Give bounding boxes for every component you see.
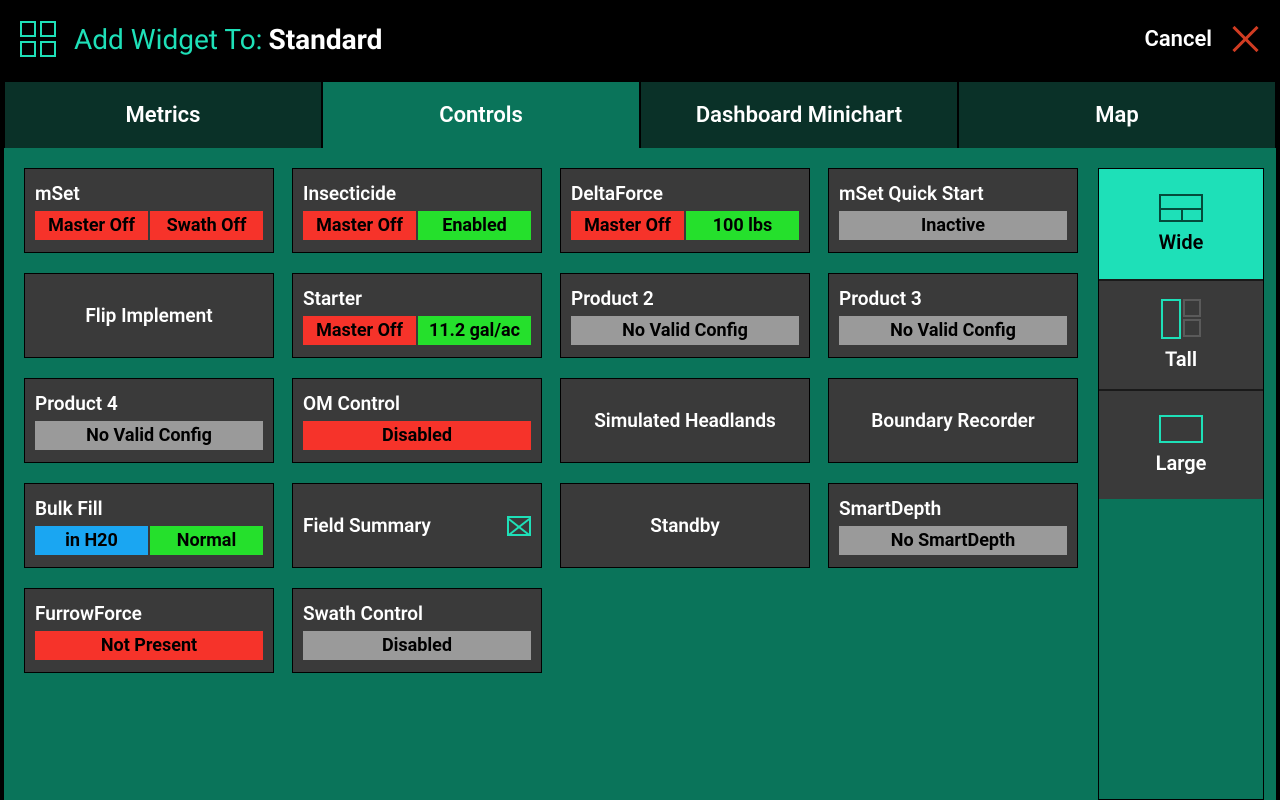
widget-title: Standby [650, 514, 720, 537]
widget-bulk-fill[interactable]: Bulk Fill in H20 Normal [24, 483, 274, 568]
size-label: Large [1156, 451, 1207, 475]
widget-title: Product 3 [839, 287, 1067, 310]
size-label: Wide [1159, 230, 1204, 254]
status-badge: in H20 [35, 526, 148, 555]
status-badge: Disabled [303, 421, 531, 450]
size-picker: Wide Tall Large [1098, 168, 1264, 800]
widget-smartdepth[interactable]: SmartDepth No SmartDepth [828, 483, 1078, 568]
widget-title: mSet [35, 182, 263, 205]
widget-title: DeltaForce [571, 182, 799, 205]
widget-insecticide[interactable]: Insecticide Master Off Enabled [292, 168, 542, 253]
size-large[interactable]: Large [1099, 389, 1263, 499]
tab-bar: Metrics Controls Dashboard Minichart Map [0, 78, 1280, 148]
body: mSet Master Off Swath Off Insecticide Ma… [4, 148, 1276, 800]
status-badge: Normal [150, 526, 263, 555]
size-wide[interactable]: Wide [1099, 169, 1263, 279]
size-label: Tall [1165, 347, 1197, 371]
widget-boundary-recorder[interactable]: Boundary Recorder [828, 378, 1078, 463]
size-tall[interactable]: Tall [1099, 279, 1263, 389]
status-badge: No Valid Config [571, 316, 799, 345]
title-prefix: Add Widget To: [74, 23, 262, 56]
cancel-button-label[interactable]: Cancel [1144, 27, 1212, 52]
widget-title: Insecticide [303, 182, 531, 205]
widget-title: Bulk Fill [35, 497, 263, 520]
status-badge: Master Off [303, 211, 416, 240]
status-badge: No SmartDepth [839, 526, 1067, 555]
status-badge: 100 lbs [686, 211, 799, 240]
status-badge: Master Off [35, 211, 148, 240]
status-badge: Enabled [418, 211, 531, 240]
widget-grid: mSet Master Off Swath Off Insecticide Ma… [4, 148, 1098, 800]
widget-product-3[interactable]: Product 3 No Valid Config [828, 273, 1078, 358]
widget-title: Field Summary [303, 514, 507, 537]
widget-mset[interactable]: mSet Master Off Swath Off [24, 168, 274, 253]
widget-starter[interactable]: Starter Master Off 11.2 gal/ac [292, 273, 542, 358]
tab-dashboard-minichart[interactable]: Dashboard Minichart [640, 82, 958, 148]
wide-shape-icon [1159, 194, 1203, 222]
widget-standby[interactable]: Standby [560, 483, 810, 568]
widget-title: Simulated Headlands [594, 409, 776, 432]
status-badge: Master Off [303, 316, 416, 345]
widget-title: mSet Quick Start [839, 182, 1067, 205]
widget-om-control[interactable]: OM Control Disabled [292, 378, 542, 463]
widget-deltaforce[interactable]: DeltaForce Master Off 100 lbs [560, 168, 810, 253]
title-destination: Standard [268, 23, 382, 56]
envelope-icon [507, 516, 531, 536]
widget-title: Flip Implement [85, 304, 212, 327]
widget-title: Product 4 [35, 392, 263, 415]
widget-title: OM Control [303, 392, 531, 415]
widget-title: Boundary Recorder [871, 409, 1034, 432]
widget-title: SmartDepth [839, 497, 1067, 520]
tab-controls[interactable]: Controls [322, 82, 640, 148]
status-badge: Swath Off [150, 211, 263, 240]
widget-title: Starter [303, 287, 531, 310]
widget-mset-quick-start[interactable]: mSet Quick Start Inactive [828, 168, 1078, 253]
widget-product-4[interactable]: Product 4 No Valid Config [24, 378, 274, 463]
widget-product-2[interactable]: Product 2 No Valid Config [560, 273, 810, 358]
status-badge: No Valid Config [839, 316, 1067, 345]
widget-title: Swath Control [303, 602, 531, 625]
widget-furrowforce[interactable]: FurrowForce Not Present [24, 588, 274, 673]
widget-title: Product 2 [571, 287, 799, 310]
status-badge: 11.2 gal/ac [418, 316, 531, 345]
widget-field-summary[interactable]: Field Summary [292, 483, 542, 568]
status-badge: No Valid Config [35, 421, 263, 450]
header: Add Widget To: Standard Cancel [0, 0, 1280, 78]
status-badge: Disabled [303, 631, 531, 660]
widget-grid-icon [20, 21, 56, 57]
widget-simulated-headlands[interactable]: Simulated Headlands [560, 378, 810, 463]
tab-metrics[interactable]: Metrics [4, 82, 322, 148]
tall-shape-icon [1161, 299, 1201, 339]
close-icon[interactable] [1230, 24, 1260, 54]
large-shape-icon [1159, 415, 1203, 443]
widget-title: FurrowForce [35, 602, 263, 625]
status-badge: Inactive [839, 211, 1067, 240]
widget-flip-implement[interactable]: Flip Implement [24, 273, 274, 358]
widget-swath-control[interactable]: Swath Control Disabled [292, 588, 542, 673]
tab-map[interactable]: Map [958, 82, 1276, 148]
status-badge: Not Present [35, 631, 263, 660]
status-badge: Master Off [571, 211, 684, 240]
